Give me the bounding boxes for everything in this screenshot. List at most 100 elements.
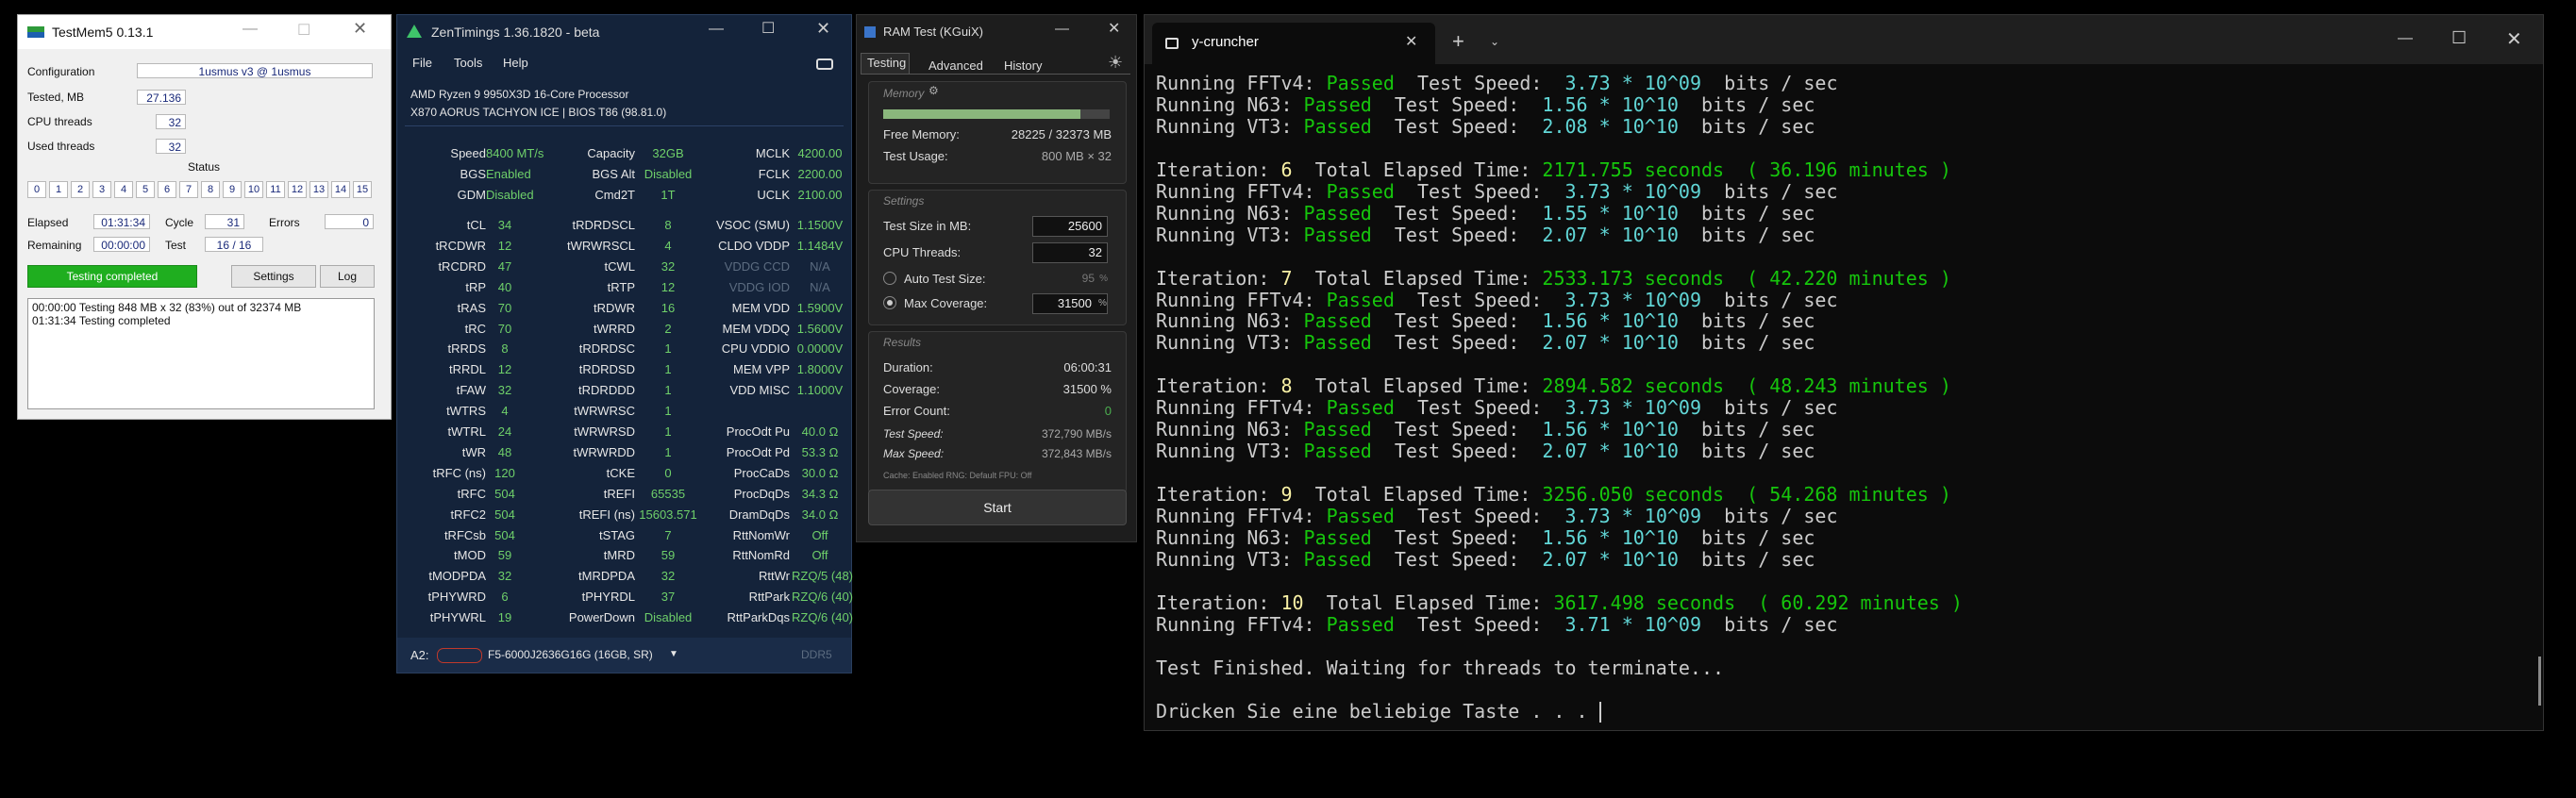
- terminal-text: Total Elapsed Time:: [1292, 266, 1543, 290]
- config-field[interactable]: 1usmus v3 @ 1usmus: [137, 63, 373, 78]
- minimize-icon[interactable]: —: [1055, 21, 1069, 37]
- errors-field: 0: [325, 214, 374, 229]
- timing-label: tRTP: [607, 279, 635, 294]
- timing-label: ProcOdt Pd: [726, 444, 790, 459]
- tab-history[interactable]: History: [1004, 58, 1042, 73]
- used-threads-field: 32: [156, 139, 186, 154]
- terminal-text: Running VT3:: [1156, 331, 1304, 355]
- timing-value: Disabled: [644, 610, 693, 625]
- timing-value: 1.1500V: [796, 218, 844, 232]
- timing-value: 40.0 Ω: [801, 424, 839, 439]
- timing-label: ProcCaDs: [733, 465, 790, 480]
- timing-value: 504: [494, 486, 515, 501]
- config-label: Configuration: [27, 65, 95, 78]
- test-size-label: Test Size in MB:: [883, 219, 972, 233]
- terminal-text: Passed: [1303, 92, 1372, 116]
- divider: [861, 74, 1130, 75]
- board-info: X870 AORUS TACHYON ICE | BIOS T86 (98.81…: [410, 106, 667, 119]
- terminal-text: Total Elapsed Time:: [1303, 590, 1554, 614]
- tab-testing[interactable]: Testing: [861, 53, 910, 75]
- max-coverage-input[interactable]: 31500: [1032, 293, 1108, 314]
- terminal-text: 3.73 * 10^09: [1564, 179, 1702, 203]
- terminal-text: Passed: [1303, 201, 1372, 224]
- menu-tools[interactable]: Tools: [454, 56, 482, 70]
- log-panel[interactable]: 00:00:00 Testing 848 MB x 32 (83%) out o…: [27, 298, 375, 409]
- maximize-icon[interactable]: ☐: [297, 21, 310, 40]
- terminal-text: 3.73 * 10^09: [1564, 505, 1702, 527]
- close-icon[interactable]: ✕: [2506, 27, 2522, 51]
- remaining-label: Remaining: [27, 239, 82, 252]
- log-button[interactable]: Log: [320, 265, 375, 288]
- terminal-text: Test Speed:: [1394, 612, 1565, 636]
- close-icon[interactable]: ✕: [1108, 19, 1120, 38]
- timing-value: 1.1484V: [796, 238, 844, 253]
- terminal-text: bits / sec: [1678, 223, 1815, 246]
- window-title: ZenTimings 1.36.1820 - beta: [431, 25, 600, 40]
- close-icon[interactable]: ✕: [816, 19, 830, 39]
- terminal-text: Iteration:: [1156, 266, 1281, 290]
- terminal-line: Running FFTv4: Passed Test Speed: 3.73 *…: [1156, 180, 1838, 203]
- terminal-text: Test Speed:: [1371, 331, 1543, 355]
- timing-label: GDM: [457, 188, 486, 202]
- start-button[interactable]: Start: [868, 490, 1127, 525]
- app-icon: [864, 26, 876, 38]
- timing-value: 59: [497, 548, 512, 563]
- auto-size-radio[interactable]: [883, 272, 896, 285]
- timing-label: tRDRDSD: [578, 362, 635, 377]
- maximize-icon[interactable]: ☐: [761, 19, 775, 38]
- settings-button[interactable]: Settings: [231, 265, 316, 288]
- terminal-text: Test Speed:: [1371, 418, 1543, 441]
- timing-value: 0.0000V: [796, 341, 844, 357]
- maximize-icon[interactable]: ☐: [2451, 28, 2467, 48]
- close-tab-icon[interactable]: ✕: [1405, 32, 1417, 51]
- timing-value: 2200.00: [797, 167, 843, 181]
- tab-advanced[interactable]: Advanced: [928, 58, 983, 73]
- terminal-line: Running VT3: Passed Test Speed: 2.07 * 1…: [1156, 440, 1815, 462]
- camera-icon[interactable]: [816, 58, 833, 70]
- timing-label: tWRRD: [593, 321, 635, 336]
- terminal-text: Test Finished. Waiting for threads to te…: [1156, 656, 1725, 679]
- terminal-text: Iteration:: [1156, 590, 1281, 614]
- timing-label: tFAW: [456, 383, 486, 398]
- terminal-text: Test Speed:: [1371, 201, 1543, 224]
- remaining-field: 00:00:00: [93, 237, 150, 252]
- module-select[interactable]: F5-6000J2636G16G (16GB, SR): [488, 648, 653, 661]
- timing-label: DramDqDs: [728, 507, 790, 522]
- chevron-down-icon[interactable]: ▼: [669, 649, 678, 659]
- timing-value: 16: [661, 300, 676, 315]
- chevron-down-icon[interactable]: ⌄: [1490, 35, 1499, 48]
- log-line: 00:00:00 Testing 848 MB x 32 (83%) out o…: [32, 301, 302, 314]
- timing-label: PowerDown: [568, 610, 635, 625]
- test-usage-value: 800 MB × 32: [1041, 149, 1112, 163]
- timing-label: tSTAG: [598, 527, 635, 542]
- minimize-icon[interactable]: —: [709, 21, 724, 38]
- terminal-text: bits / sec: [1701, 396, 1838, 420]
- auto-size-label: Auto Test Size:: [904, 272, 986, 286]
- max-coverage-label: Max Coverage:: [904, 296, 988, 310]
- terminal-text: Passed: [1303, 525, 1372, 549]
- status-button[interactable]: Testing completed: [27, 265, 197, 288]
- minimize-icon[interactable]: —: [2398, 30, 2413, 47]
- timing-label: tRFC: [457, 486, 486, 501]
- memory-progress-bar: [883, 109, 1110, 119]
- new-tab-icon[interactable]: +: [1452, 29, 1464, 54]
- menu-file[interactable]: File: [412, 56, 432, 70]
- scrollbar-thumb[interactable]: [2538, 657, 2541, 706]
- menu-help[interactable]: Help: [503, 56, 528, 70]
- terminal-text: Test Speed:: [1371, 309, 1543, 333]
- text-cursor: [1598, 702, 1601, 723]
- minimize-icon[interactable]: —: [243, 21, 258, 38]
- terminal-text: Test Speed:: [1371, 92, 1543, 116]
- test-size-input[interactable]: 25600: [1032, 216, 1108, 237]
- terminal-text: Test Speed:: [1394, 72, 1565, 94]
- close-icon[interactable]: ✕: [353, 19, 367, 39]
- terminal-text: 8: [1280, 374, 1293, 398]
- terminal-text: Test Speed:: [1394, 179, 1565, 203]
- timing-label: tREFI: [603, 486, 635, 501]
- max-coverage-unit: %: [1098, 298, 1107, 308]
- test-speed-label: Test Speed:: [883, 427, 944, 441]
- max-coverage-radio[interactable]: [883, 296, 896, 309]
- theme-sun-icon[interactable]: ☀: [1108, 53, 1123, 73]
- terminal-text: bits / sec: [1701, 179, 1838, 203]
- cpu-threads-input[interactable]: 32: [1032, 242, 1108, 263]
